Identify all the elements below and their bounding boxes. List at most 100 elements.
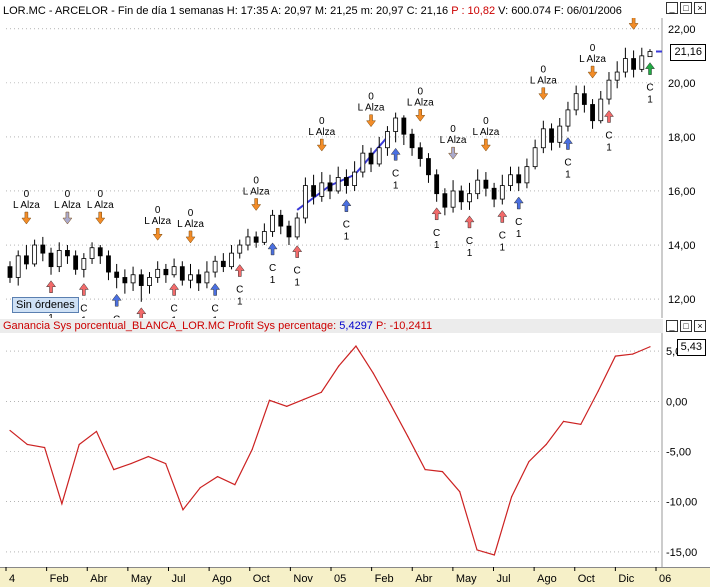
x-axis-tick-label: Abr [415, 573, 432, 585]
signal-count-label: 1 [344, 232, 350, 243]
signal-count-label: 0 [319, 116, 325, 127]
equity-point [649, 346, 651, 348]
indicator-chart[interactable]: -15,00-10,00-5,000,005,00 [0, 333, 710, 567]
candle [344, 177, 349, 186]
signal-count-label: 1 [81, 315, 87, 318]
candle [417, 147, 423, 159]
signal-close-label: C [515, 217, 522, 228]
x-axis-tick-label: Nov [293, 573, 313, 585]
signal-close-label: C [236, 285, 243, 296]
candle [32, 244, 38, 265]
x-axis-tick-label: May [131, 573, 152, 585]
equity-point [286, 405, 288, 407]
candle [639, 55, 645, 70]
signal-short-label: L Alza [243, 187, 270, 198]
candle [40, 244, 46, 254]
signal-count-label: 1 [434, 240, 440, 251]
signal-short-label: L Alza [579, 54, 606, 65]
x-axis-tick-label: Jul [172, 573, 186, 585]
equity-point [199, 487, 201, 489]
candle [138, 274, 144, 286]
equity-point [165, 462, 167, 465]
open-value: A: 20,97 [270, 5, 312, 17]
price-tick-label: 22,00 [668, 24, 696, 36]
candle [48, 252, 54, 268]
candle [122, 277, 128, 284]
price-minimize-button[interactable]: _ [666, 2, 678, 14]
candle [631, 58, 636, 70]
signal-count-label: 0 [368, 92, 374, 103]
orders-status-box[interactable]: Sin órdenes [12, 297, 79, 313]
candle [294, 217, 300, 238]
equity-point [216, 476, 219, 478]
indicator-close-button[interactable]: × [694, 320, 706, 332]
candle [147, 277, 152, 286]
signal-count-label: 1 [467, 248, 473, 259]
price-chart[interactable]: 12,0014,0016,0018,0020,0022,000L AlzaC10… [0, 18, 710, 318]
close-value: C: 21,16 [406, 5, 449, 17]
signal-close-label: C [113, 314, 120, 318]
candle [549, 128, 554, 143]
signal-close-label: C [605, 130, 612, 141]
candle [73, 255, 79, 270]
candle [278, 214, 284, 227]
candle [614, 71, 620, 81]
candle [56, 250, 62, 268]
candle [532, 147, 538, 168]
candle [204, 271, 210, 284]
equity-point [614, 355, 617, 357]
equity-point [61, 503, 63, 505]
equity-point [147, 455, 149, 458]
signal-short-label: L Alza [530, 76, 557, 87]
equity-point [511, 496, 513, 498]
candle [24, 255, 29, 265]
equity-point [9, 429, 11, 432]
candle [261, 231, 267, 243]
signal-close-label: C [646, 83, 653, 94]
signal-count-label: 0 [483, 116, 489, 127]
equity-point [320, 391, 322, 393]
signal-short-label: L Alza [358, 103, 385, 114]
candle [483, 179, 489, 189]
candle [524, 166, 530, 184]
candle [360, 152, 366, 173]
signal-count-label: 1 [48, 313, 54, 318]
signal-count-label: 1 [270, 275, 276, 286]
equity-point [597, 390, 599, 392]
x-axis-tick-label: Abr [90, 573, 107, 585]
equity-point [528, 460, 530, 463]
indicator-last-value: 5,43 [676, 338, 706, 356]
equity-point [580, 423, 582, 425]
candle [7, 266, 13, 278]
signal-close-label: C [564, 158, 571, 169]
candle [598, 98, 604, 122]
indicator-minimize-button[interactable]: _ [666, 320, 678, 332]
equity-point [338, 365, 340, 367]
signal-close-label: C [466, 236, 473, 247]
candle [212, 260, 218, 273]
candle [171, 266, 177, 276]
candle [81, 258, 87, 270]
equity-point [78, 443, 80, 446]
candle [97, 247, 103, 257]
candle [467, 193, 472, 203]
candle [376, 147, 382, 165]
candle [581, 93, 587, 105]
candle [15, 255, 21, 278]
candle [130, 274, 136, 284]
candle [114, 271, 120, 278]
price-close-button[interactable]: × [694, 2, 706, 14]
x-axis-tick-label: Dic [618, 573, 634, 585]
price-maximize-button[interactable]: □ [680, 2, 692, 14]
x-axis-tick-label: Oct [578, 573, 595, 585]
x-axis: 4 Feb Abr May Jul Ago Oct Nov 05 Feb Abr May Jul Ago O… [0, 567, 710, 587]
equity-point [493, 554, 495, 556]
equity-point [268, 399, 271, 401]
signal-count-label: 0 [541, 65, 547, 76]
candle [426, 158, 431, 176]
candle [393, 117, 399, 132]
indicator-maximize-button[interactable]: □ [680, 320, 692, 332]
candle [245, 236, 251, 246]
signal-short-label: L Alza [308, 127, 335, 138]
candle [368, 152, 374, 165]
